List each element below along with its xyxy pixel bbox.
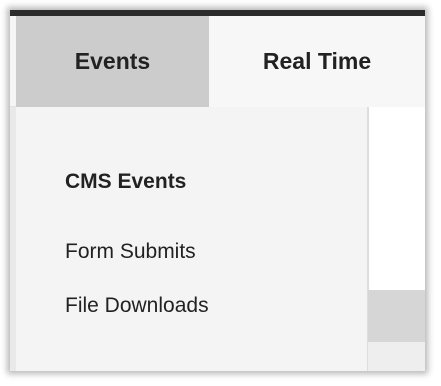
- dropdown-heading-cms-events: CMS Events: [65, 170, 187, 193]
- screenshot-frame: Events Real Time CMS Events Form Submits…: [10, 10, 425, 371]
- main-navigation: Events Real Time: [10, 16, 425, 107]
- nav-tab-events-label: Events: [74, 48, 151, 74]
- dropdown-item-form-submits[interactable]: Form Submits: [65, 240, 196, 264]
- content-divider: [368, 107, 369, 290]
- nav-tab-real-time[interactable]: Real Time: [209, 16, 425, 107]
- events-dropdown-menu: CMS Events Form Submits File Downloads: [16, 107, 368, 371]
- dropdown-item-file-downloads[interactable]: File Downloads: [65, 294, 209, 318]
- nav-tab-real-time-label: Real Time: [262, 48, 372, 74]
- nav-tab-events[interactable]: Events: [16, 16, 209, 107]
